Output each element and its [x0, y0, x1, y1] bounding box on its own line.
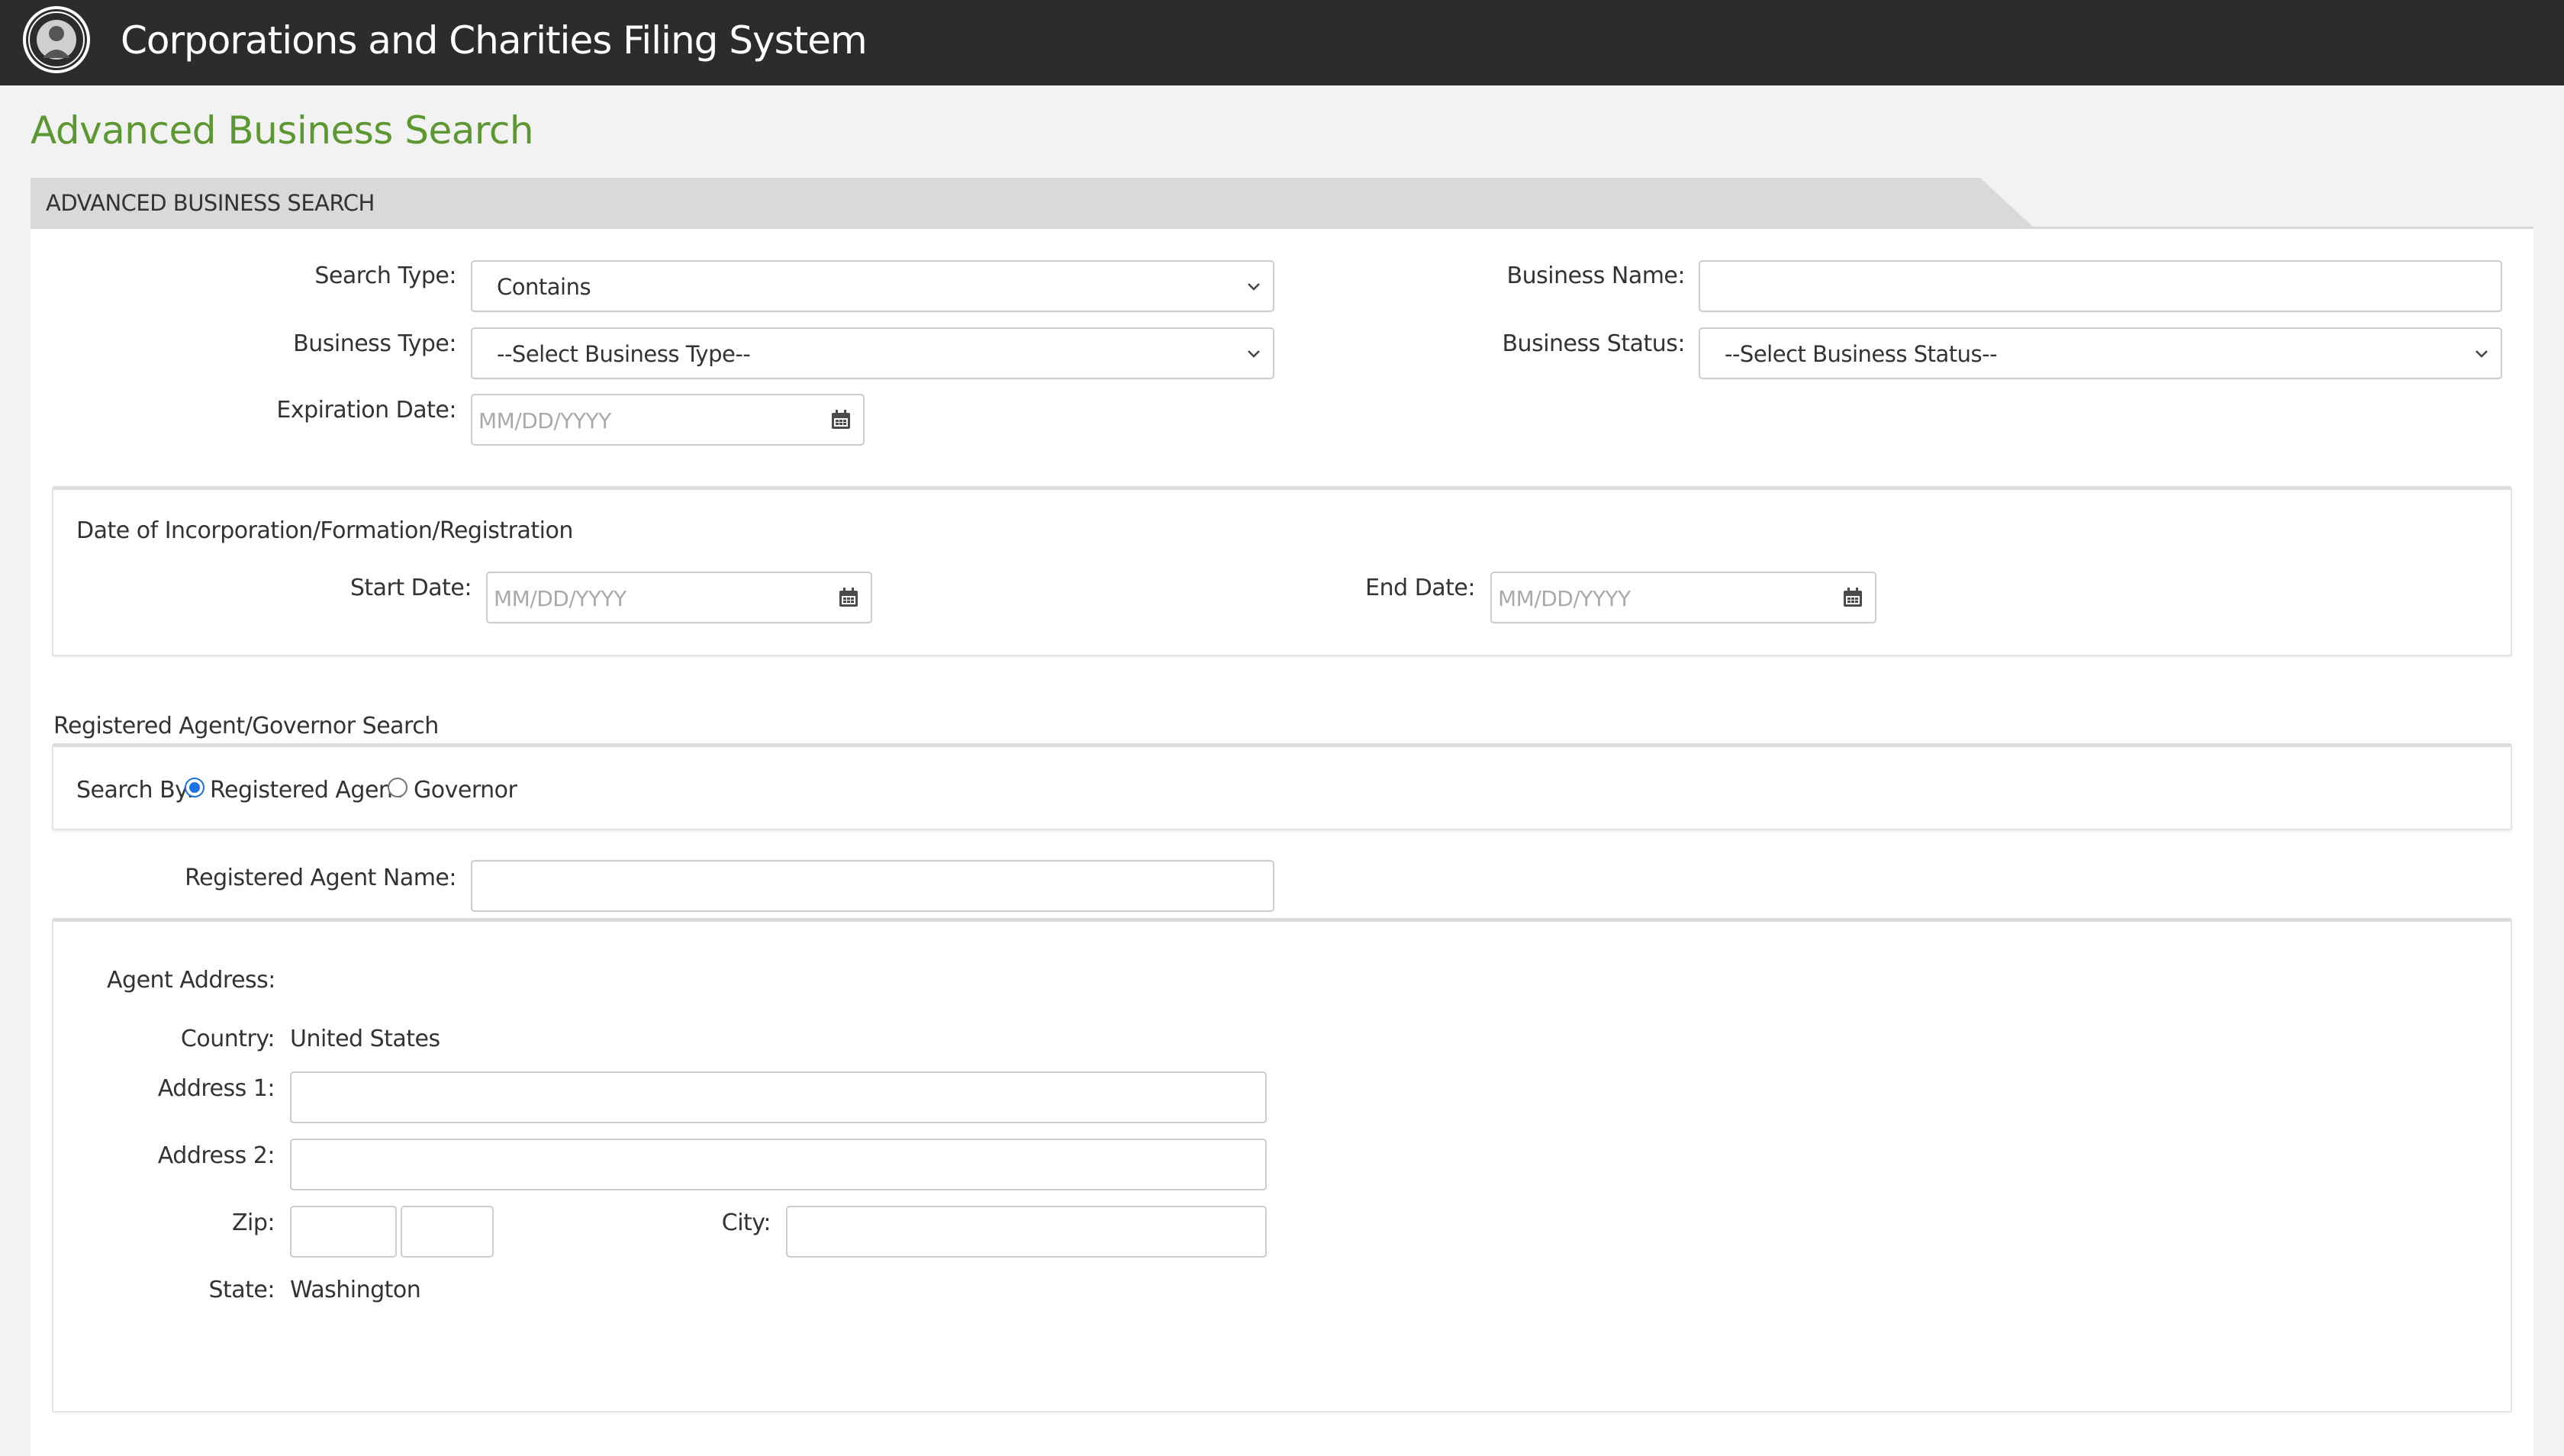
- search-type-label: Search Type:: [314, 263, 456, 289]
- expiration-date-input[interactable]: MM/DD/YYYY: [471, 394, 865, 446]
- chevron-down-icon: [1248, 283, 1260, 291]
- governor-radio[interactable]: [388, 778, 407, 797]
- address2-label: Address 2:: [157, 1142, 275, 1169]
- business-status-select[interactable]: --Select Business Status--: [1699, 327, 2502, 379]
- registered-agent-name-label: Registered Agent Name:: [185, 865, 456, 891]
- start-date-input[interactable]: MM/DD/YYYY: [486, 572, 872, 623]
- expiration-date-label: Expiration Date:: [276, 397, 456, 424]
- expiration-date-placeholder: MM/DD/YYYY: [478, 408, 611, 433]
- country-value: United States: [290, 1026, 440, 1052]
- agent-address-title: Agent Address:: [107, 967, 275, 994]
- incorporation-title: Date of Incorporation/Formation/Registra…: [76, 517, 573, 544]
- business-status-label: Business Status:: [1502, 330, 1685, 357]
- zip-input[interactable]: [290, 1206, 397, 1258]
- business-type-select[interactable]: --Select Business Type--: [471, 327, 1274, 379]
- chevron-down-icon: [2475, 350, 2488, 358]
- end-date-label: End Date:: [1365, 575, 1475, 601]
- address1-input[interactable]: [290, 1071, 1267, 1123]
- address1-label: Address 1:: [157, 1075, 275, 1102]
- start-date-placeholder: MM/DD/YYYY: [494, 586, 627, 611]
- section-tab-label: ADVANCED BUSINESS SEARCH: [46, 190, 375, 216]
- governor-radio-label[interactable]: Governor: [414, 777, 517, 804]
- business-name-input[interactable]: [1699, 260, 2502, 312]
- state-label: State:: [208, 1277, 275, 1303]
- registered-agent-name-input[interactable]: [471, 860, 1274, 912]
- zip-extension-input[interactable]: [401, 1206, 494, 1258]
- app-title: Corporations and Charities Filing System: [121, 18, 868, 63]
- business-name-label: Business Name:: [1506, 263, 1686, 289]
- search-type-select[interactable]: Contains: [471, 260, 1274, 312]
- country-label: Country:: [180, 1026, 275, 1052]
- agent-search-title: Registered Agent/Governor Search: [53, 713, 439, 739]
- search-by-label: Search By:: [76, 777, 194, 804]
- calendar-icon[interactable]: [829, 408, 852, 431]
- top-bar: Corporations and Charities Filing System: [0, 0, 2564, 85]
- business-type-value: --Select Business Type--: [497, 341, 751, 367]
- registered-agent-radio-label[interactable]: Registered Agent: [210, 777, 401, 804]
- city-input[interactable]: [786, 1206, 1267, 1258]
- city-label: City:: [721, 1210, 771, 1236]
- chevron-down-icon: [1248, 350, 1260, 358]
- state-seal-icon[interactable]: [21, 5, 92, 75]
- start-date-label: Start Date:: [349, 575, 472, 601]
- end-date-input[interactable]: MM/DD/YYYY: [1490, 572, 1876, 623]
- incorporation-date-panel: [52, 486, 2512, 656]
- section-tab: ADVANCED BUSINESS SEARCH: [31, 178, 2034, 228]
- registered-agent-radio[interactable]: [185, 778, 205, 797]
- calendar-icon[interactable]: [1841, 586, 1864, 609]
- search-type-value: Contains: [497, 274, 591, 300]
- business-type-label: Business Type:: [293, 330, 456, 357]
- business-status-value: --Select Business Status--: [1725, 341, 1998, 367]
- state-value: Washington: [290, 1277, 421, 1303]
- zip-label: Zip:: [231, 1210, 275, 1236]
- end-date-placeholder: MM/DD/YYYY: [1498, 586, 1631, 611]
- calendar-icon[interactable]: [837, 586, 860, 609]
- page-title: Advanced Business Search: [31, 108, 534, 153]
- address2-input[interactable]: [290, 1139, 1267, 1190]
